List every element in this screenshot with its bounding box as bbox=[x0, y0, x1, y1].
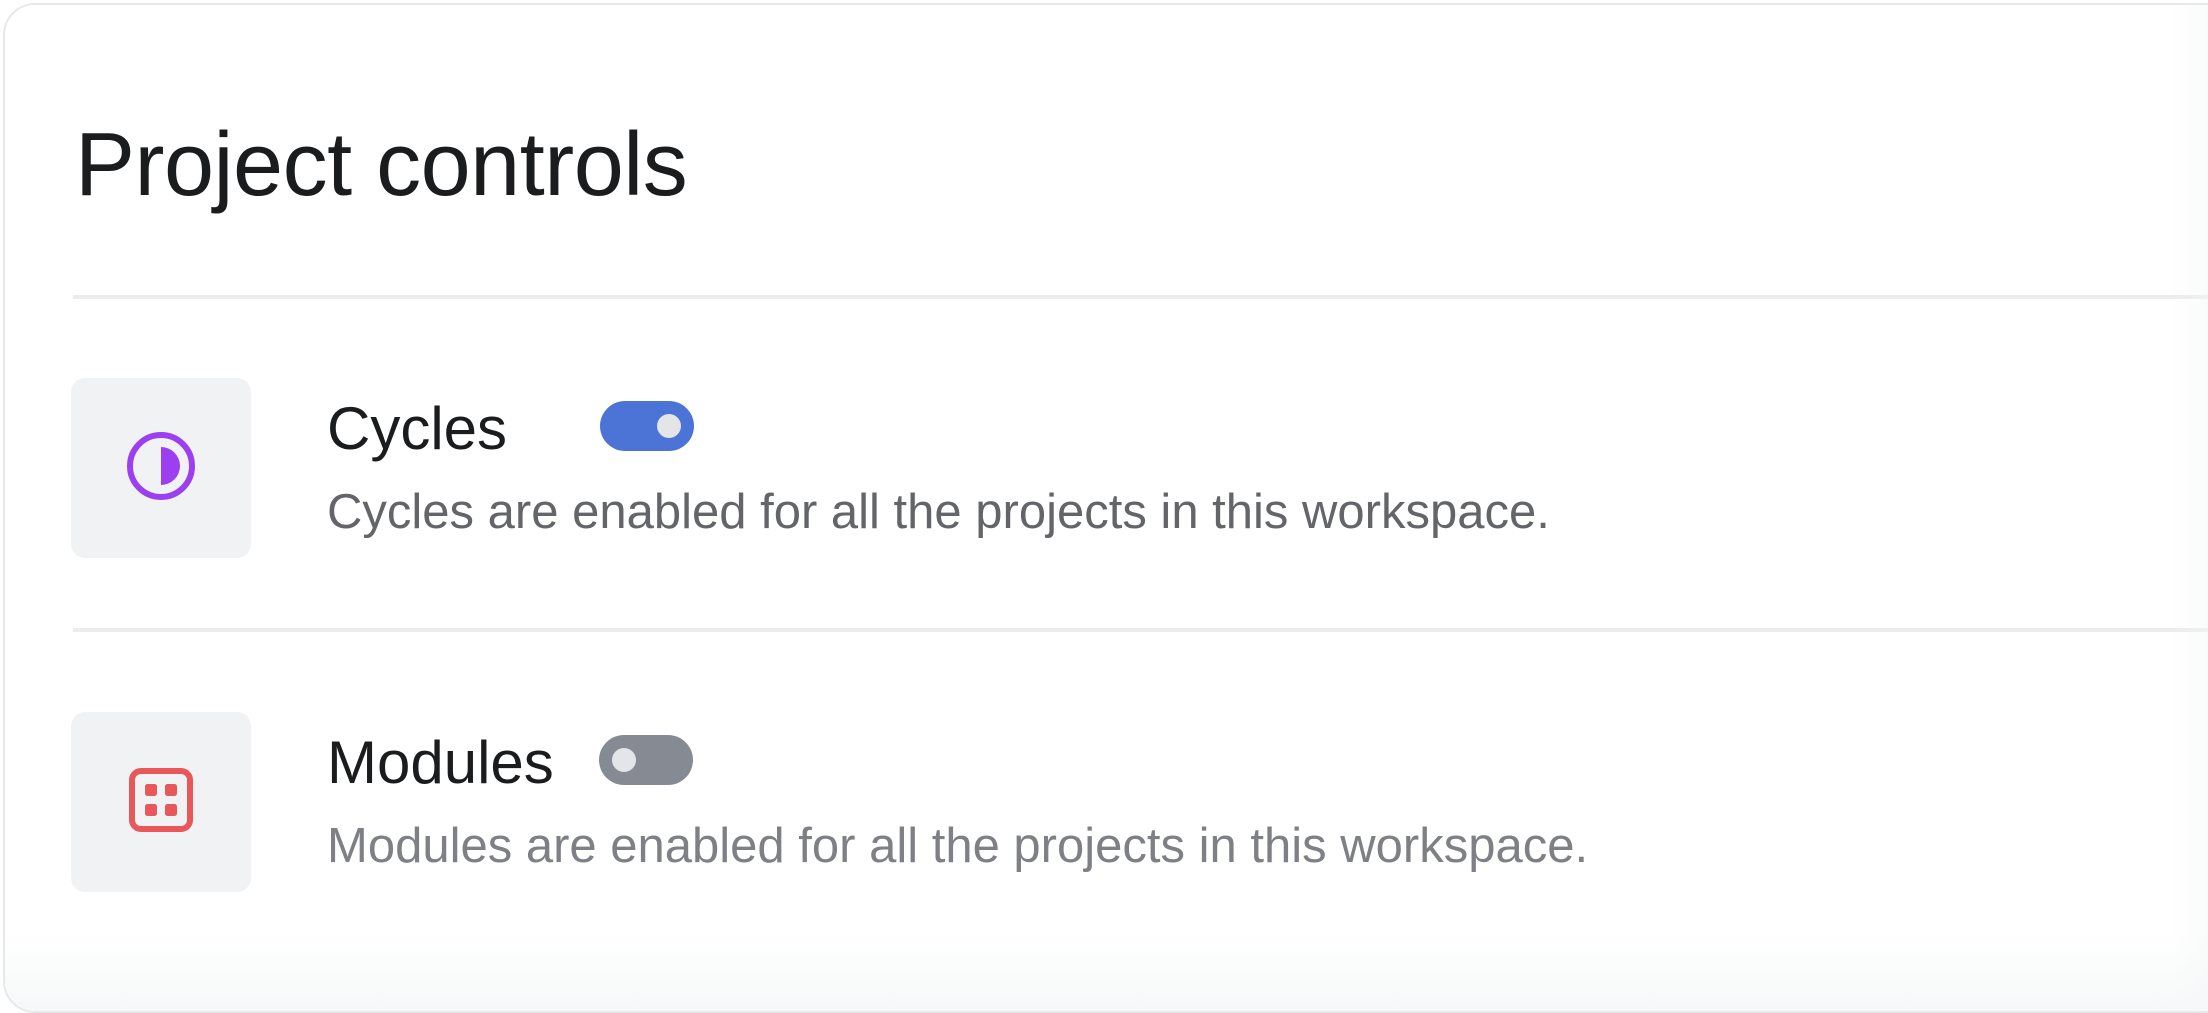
toggle-knob bbox=[612, 748, 636, 772]
cycles-icon-box bbox=[71, 378, 251, 558]
right-edge-fade bbox=[2171, 5, 2208, 1011]
project-controls-card: Project controls Cycles Cycles are enabl… bbox=[3, 3, 2208, 1013]
module-icon bbox=[128, 767, 194, 838]
feature-name: Cycles bbox=[327, 395, 508, 462]
row-divider bbox=[73, 628, 2208, 632]
page-title: Project controls bbox=[75, 115, 688, 215]
feature-name: Modules bbox=[327, 729, 554, 796]
cycles-toggle[interactable] bbox=[600, 401, 694, 451]
modules-toggle[interactable] bbox=[599, 735, 693, 785]
bottom-edge-fade bbox=[5, 931, 2208, 1011]
modules-icon-box bbox=[71, 712, 251, 892]
toggle-knob bbox=[657, 414, 681, 438]
cycle-icon bbox=[125, 430, 197, 507]
feature-description: Modules are enabled for all the projects… bbox=[327, 819, 1589, 873]
section-divider bbox=[73, 295, 2208, 299]
feature-description: Cycles are enabled for all the projects … bbox=[327, 485, 1550, 539]
